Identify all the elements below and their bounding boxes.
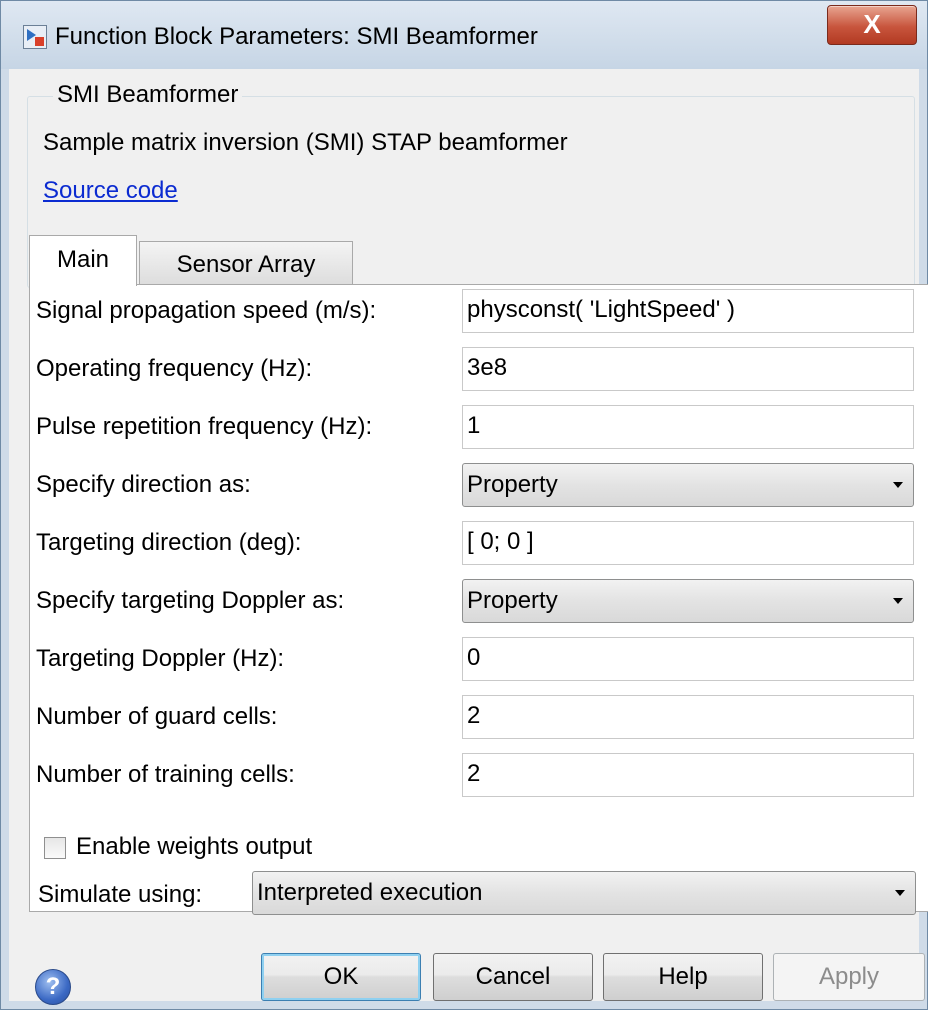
training-cells-field[interactable]: 2 (462, 753, 914, 797)
help-button[interactable]: Help (603, 953, 763, 1001)
targeting-doppler-label: Targeting Doppler (Hz): (36, 645, 285, 672)
direction-source-value: Property (467, 471, 558, 498)
window-title: Function Block Parameters: SMI Beamforme… (55, 23, 538, 50)
dropdown-arrow-icon (895, 890, 905, 896)
simulink-block-icon (23, 25, 47, 49)
doppler-source-label: Specify targeting Doppler as: (36, 587, 345, 614)
dropdown-arrow-icon (893, 482, 903, 488)
targeting-doppler-field[interactable]: 0 (462, 637, 914, 681)
operating-frequency-field[interactable]: 3e8 (462, 347, 914, 391)
targeting-direction-field[interactable]: [ 0; 0 ] (462, 521, 914, 565)
ok-button[interactable]: OK (261, 953, 421, 1001)
help-question-icon[interactable]: ? (35, 969, 71, 1005)
training-cells-label: Number of training cells: (36, 761, 295, 788)
targeting-direction-label: Targeting direction (deg): (36, 529, 302, 556)
apply-button[interactable]: Apply (773, 953, 925, 1001)
tab-sensor-array[interactable]: Sensor Array (139, 241, 353, 286)
prf-field[interactable]: 1 (462, 405, 914, 449)
direction-source-dropdown[interactable]: Property (462, 463, 914, 507)
simulate-using-label: Simulate using: (38, 881, 203, 908)
block-description: Sample matrix inversion (SMI) STAP beamf… (43, 129, 568, 156)
weights-output-checkbox[interactable] (44, 837, 66, 859)
dialog-body: SMI Beamformer Sample matrix inversion (… (9, 69, 928, 1005)
doppler-source-value: Property (467, 587, 558, 614)
source-code-link[interactable]: Source code (43, 177, 178, 205)
prf-label: Pulse repetition frequency (Hz): (36, 413, 373, 440)
operating-frequency-label: Operating frequency (Hz): (36, 355, 313, 382)
simulate-using-dropdown[interactable]: Interpreted execution (252, 871, 916, 915)
weights-output-label[interactable]: Enable weights output (76, 833, 312, 861)
title-bar[interactable]: Function Block Parameters: SMI Beamforme… (1, 1, 927, 69)
direction-source-label: Specify direction as: (36, 471, 251, 498)
doppler-source-dropdown[interactable]: Property (462, 579, 914, 623)
tab-main[interactable]: Main (29, 235, 137, 286)
main-tab-panel: Signal propagation speed (m/s): physcons… (29, 284, 928, 915)
propagation-speed-field[interactable]: physconst( 'LightSpeed' ) (462, 289, 914, 333)
guard-cells-field[interactable]: 2 (462, 695, 914, 739)
simulate-using-value: Interpreted execution (257, 879, 483, 906)
cancel-button[interactable]: Cancel (433, 953, 593, 1001)
block-name-heading: SMI Beamformer (53, 81, 243, 109)
close-button[interactable]: X (827, 5, 917, 45)
dropdown-arrow-icon (893, 598, 903, 604)
guard-cells-label: Number of guard cells: (36, 703, 278, 730)
dialog-window: Function Block Parameters: SMI Beamforme… (0, 0, 928, 1010)
propagation-speed-label: Signal propagation speed (m/s): (36, 297, 377, 324)
